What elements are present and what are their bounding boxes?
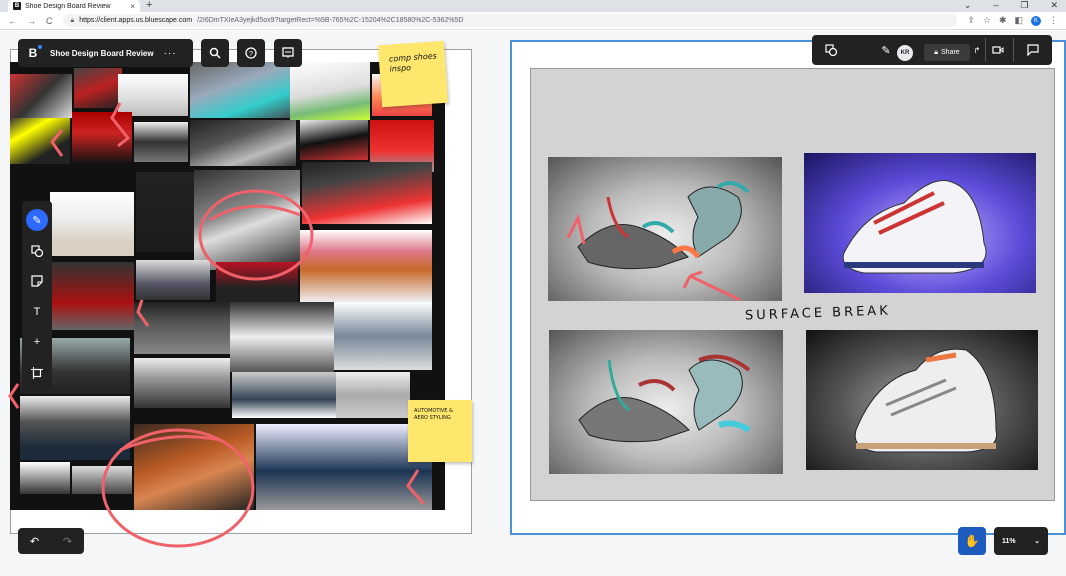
shapes-icon [825, 44, 837, 56]
annotation-stroke[interactable] [566, 213, 586, 245]
sticky-note-tool[interactable] [26, 270, 48, 292]
circle-annotation[interactable] [198, 189, 314, 281]
pen-tool[interactable]: ✎ [26, 209, 48, 231]
help-button[interactable]: ? [237, 39, 265, 67]
plus-icon: + [33, 336, 41, 348]
sticky-note-icon [31, 275, 43, 287]
annotation-stroke[interactable] [136, 299, 150, 327]
cursor-icon[interactable]: ↱ [972, 35, 982, 65]
sticky-note[interactable]: comp shoes inspo [377, 40, 449, 108]
lock-icon: 🔒︎ [934, 48, 939, 56]
video-camera-icon [992, 46, 1004, 54]
board-title[interactable]: Shoe Design Board Review [50, 49, 154, 58]
frame-tool[interactable] [26, 362, 48, 384]
pen-icon: ✎ [881, 44, 891, 57]
frame-icon [31, 367, 43, 379]
shapes-tool[interactable] [26, 240, 48, 262]
add-tool[interactable]: + [26, 331, 48, 353]
present-button[interactable] [274, 39, 302, 67]
annotation-stroke[interactable] [8, 383, 20, 409]
svg-text:?: ? [249, 51, 253, 58]
bluescape-logo[interactable]: B [26, 45, 42, 60]
board-title-bar: B Shoe Design Board Review ··· [18, 39, 193, 67]
user-avatar[interactable]: KR [897, 45, 913, 61]
annotation-stroke[interactable] [406, 469, 426, 505]
search-icon [209, 47, 221, 59]
share-label: Share [941, 49, 960, 56]
video-button[interactable] [988, 35, 1008, 65]
creation-toolbar: ✎ T + [22, 201, 52, 390]
circle-annotation-stroke [209, 204, 301, 222]
annotation-stroke[interactable] [110, 102, 131, 148]
chat-button[interactable] [1022, 35, 1044, 65]
pen-tool-button[interactable]: ✎ [876, 35, 896, 65]
help-icon: ? [245, 47, 257, 59]
pen-icon: ✎ [32, 214, 42, 227]
search-button[interactable] [201, 39, 229, 67]
toolbar-divider [985, 38, 986, 62]
shapes-icon [31, 245, 43, 257]
undo-icon[interactable]: ↶ [30, 535, 39, 548]
annotation-layer [8, 102, 741, 548]
more-options-button[interactable]: ··· [164, 48, 177, 59]
shapes-tool-button[interactable] [820, 35, 842, 65]
arrow-annotation[interactable] [682, 270, 741, 302]
annotation-stroke[interactable] [50, 129, 64, 157]
pan-mode-button[interactable]: ✋ [958, 527, 986, 555]
zoom-level: 11% [1002, 537, 1016, 545]
redo-icon[interactable]: ↷ [63, 535, 72, 548]
text-tool[interactable]: T [26, 301, 48, 323]
hand-icon: ✋ [964, 534, 980, 548]
text-icon: T [33, 306, 41, 318]
present-icon [282, 47, 294, 58]
chevron-down-icon[interactable]: ⌄ [1034, 537, 1040, 545]
undo-redo-controls: ↶ ↷ [18, 528, 84, 554]
zoom-control[interactable]: 11% ⌄ [994, 527, 1048, 555]
sticky-note[interactable]: AUTOMOTIVE & AERO STYLING [408, 400, 472, 462]
chat-icon [1027, 44, 1039, 56]
share-button[interactable]: 🔒︎ Share [924, 44, 970, 61]
toolbar-divider [1013, 38, 1014, 62]
